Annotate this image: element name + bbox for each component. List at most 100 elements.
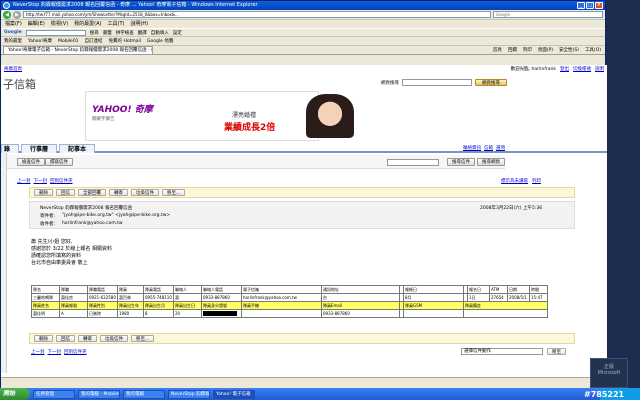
delete-button[interactable]: 刪除 [34,335,53,342]
ie-search-input[interactable]: Google [493,11,603,18]
prev-message-link[interactable]: 上一封 [17,178,31,184]
message-nav-top: 上一封 下一封 回到信件夾 [17,178,73,184]
mailbox-link[interactable]: 信箱 [484,145,493,151]
menu-view[interactable]: 檢視(V) [51,20,68,28]
browser-tab[interactable]: Yahoo!奇摩電子信箱 - NeverStop 鈞霖報價需求2008 報名回覆… [3,46,153,54]
maximize-button[interactable]: □ [586,2,594,9]
body-line: 蕭 先生/小姐 您好, [31,239,73,245]
forward-button[interactable]: 轉寄 [109,189,128,196]
genuine-badge: 正版 Microsoft [590,358,628,388]
web-search-input[interactable] [402,79,472,86]
table-header-row: 隊名 隊職 隊職電話 隊員 隊員電話 聯絡人 聯絡人電話 電子信箱 通訊地址 報… [31,285,548,294]
google-spellcheck[interactable]: 拼字檢查 [116,30,134,36]
next-message-link[interactable]: 下一封 [48,349,62,355]
favorites-item[interactable]: 免費的 Hotmail [109,38,141,44]
menu-favorites[interactable]: 我的最愛(A) [74,20,101,28]
safety-menu[interactable]: 安全性(S) [559,47,579,53]
table-cell [463,309,548,318]
compose-button[interactable]: 撰寫信件 [45,158,73,166]
check-mail-button[interactable]: 檢查信件 [17,158,45,166]
table-cell: 隊員出生月 [143,301,174,310]
tools-menu[interactable]: 工具(O) [585,47,601,53]
search-mail-button[interactable]: 搜尋信件 [447,158,475,166]
badge-line-1: 正版 [603,364,614,370]
address-bar: ◀ ▶ http://tw.f77.mail.yahoo.com/ym/Show… [1,10,605,20]
print-button[interactable]: 列印 [523,47,532,53]
forward-icon[interactable]: ▶ [13,10,21,19]
move-button[interactable]: 移至... [131,335,154,342]
tab-notepad[interactable]: 記事本 [59,144,96,153]
close-button[interactable]: × [595,2,603,9]
yahoo-home-link[interactable]: 奇摩首頁 [4,66,22,72]
move-button[interactable]: 移至... [162,189,185,196]
url-input[interactable]: http://tw.f77.mail.yahoo.com/ym/ShowLett… [23,11,491,18]
web-search-button[interactable]: 網頁搜尋 [475,79,507,86]
ie-icon [3,2,10,9]
back-to-folder-link[interactable]: 回到信件夾 [64,349,87,355]
menu-help[interactable]: 說明(H) [130,20,148,28]
message-body: 蕭 先生/小姐 您好, 感謝您於 3/22 於線上報名 相關資料 請確認您所填寫… [31,239,112,267]
menu-tools[interactable]: 工具(T) [108,20,125,28]
taskbar-item[interactable]: 我的電腦 - Mobile01 [78,389,120,399]
google-autofill[interactable]: 自動填入 [151,30,169,36]
favorites-item[interactable]: Yahoo!奇摩 [28,38,52,44]
mail-search-input[interactable] [387,159,439,166]
body-line: 台北市自由車委員會 敬上 [31,260,88,266]
mark-unread-link[interactable]: 標示為未讀取 [501,178,528,184]
ad-banner[interactable]: YAHOO! 奇摩 關鍵字廣告 漂亮婚禮 業績成長2倍 [85,91,354,141]
options-link[interactable]: 選項 [496,145,505,151]
reply-button[interactable]: 回信 [56,189,75,196]
favorites-item[interactable]: Mobile01 [58,39,79,44]
taskbar-item[interactable]: 我的電腦 [123,389,165,399]
taskbar-item[interactable]: 任務管理 [33,389,75,399]
next-message-link[interactable]: 下一封 [34,178,48,184]
tab-mail[interactable]: 錄 [1,144,20,153]
move-go-button[interactable]: 移至 [547,348,566,355]
favorites-item[interactable]: 自訂連結 [85,38,103,44]
google-search-button[interactable]: 搜尋 [90,30,99,36]
taskbar-item[interactable]: Yahoo! 電子信箱 [213,389,255,399]
search-web-button[interactable]: 搜尋網頁 [477,158,505,166]
taskbar-item[interactable]: NeverStop 鈞霖報價 [168,389,210,399]
menu-edit[interactable]: 編輯(E) [28,20,45,28]
prev-message-link[interactable]: 上一封 [31,349,45,355]
google-bookmarks[interactable]: 書籤 [103,30,112,36]
table-cell: 隊員備註 [463,301,548,310]
spam-button[interactable]: 垃圾信件 [100,335,128,342]
minimize-button[interactable]: _ [577,2,585,9]
back-icon[interactable]: ◀ [3,10,11,19]
table-cell: 日期 [507,285,530,294]
page-menu[interactable]: 頁面(P) [538,47,553,53]
google-search-input[interactable] [25,29,86,36]
delete-button[interactable]: 刪除 [34,189,53,196]
table-cell: 0955-748110 [143,293,174,302]
table-cell: 隊員出生日 [173,301,202,310]
switch-account-link[interactable]: 切換帳號 [573,66,591,72]
favorites-item[interactable]: 我的最愛 [4,38,22,44]
print-link[interactable]: 列印 [532,178,541,184]
menu-file[interactable]: 檔案(F) [5,20,22,28]
table-header-row-2: 隊員姓名 隊員報號 隊員性別 隊員出生年 隊員出生月 隊員出生日 隊員身分證號 … [31,301,548,310]
logout-link[interactable]: 登出 [560,66,569,72]
reply-button[interactable]: 回信 [56,335,75,342]
tab-calendar[interactable]: 行事曆 [21,144,58,153]
google-settings[interactable]: 設定 [173,30,182,36]
taskbar: 開始 任務管理 我的電腦 - Mobile01 我的電腦 NeverStop 鈞… [0,388,640,400]
contacts-link[interactable]: 聯絡資訊 [463,145,481,151]
home-button[interactable]: 首頁 [493,47,502,53]
spam-button[interactable]: 垃圾信件 [131,189,159,196]
favorites-item[interactable]: Google 地圖 [147,38,173,44]
back-to-folder-link[interactable]: 回到信件夾 [50,178,73,184]
mail-action-select[interactable]: 選擇信件動作 [461,348,543,355]
forward-button[interactable]: 轉寄 [78,335,97,342]
help-link[interactable]: 說明 [595,66,604,72]
to-label: 收件者: [40,222,56,227]
message-actions-top: 刪除 回信 全部回覆 轉寄 垃圾信件 移至... [29,187,575,198]
start-button[interactable]: 開始 [0,388,30,400]
google-translate[interactable]: 翻譯 [138,30,147,36]
reply-all-button[interactable]: 全部回覆 [78,189,106,196]
table-row: 蕭佳明 A 已刪除 1980 8 20 0933-887860 [31,309,548,318]
feeds-button[interactable]: 回饋 [508,47,517,53]
favorites-bar: 我的最愛 Yahoo!奇摩 Mobile01 自訂連結 免費的 Hotmail … [1,37,605,46]
ad-line-2: 業績成長2倍 [224,123,276,133]
